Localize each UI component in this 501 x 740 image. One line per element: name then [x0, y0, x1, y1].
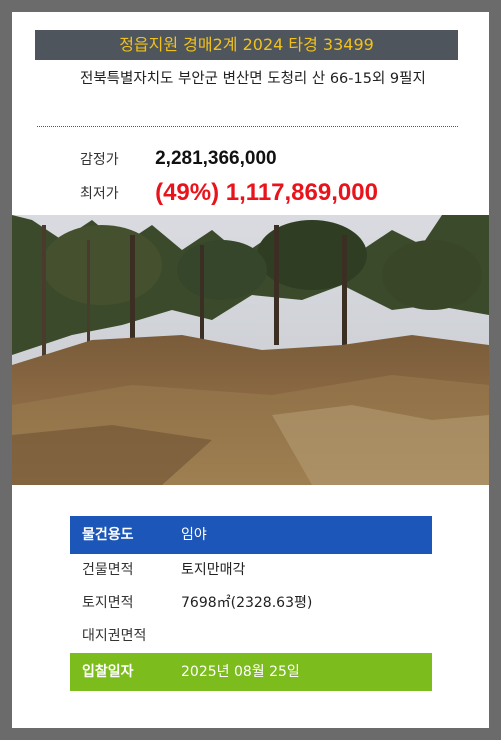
usage-row: 물건용도 임야 — [70, 516, 432, 554]
minimum-price-row: 최저가 (49%) 1,117,869,000 — [80, 179, 378, 207]
building-area-row: 건물면적 토지만매각 — [70, 554, 432, 587]
property-info-table: 물건용도 임야 건물면적 토지만매각 토지면적 7698㎡(2328.63평) … — [70, 516, 432, 691]
property-photo[interactable] — [12, 215, 489, 485]
appraisal-label: 감정가 — [80, 152, 119, 168]
building-area-value: 토지만매각 — [181, 562, 246, 578]
land-right-label: 대지권면적 — [82, 628, 147, 644]
building-area-label: 건물면적 — [82, 562, 134, 578]
appraisal-price-row: 감정가 2,281,366,000 — [80, 148, 277, 170]
land-right-row: 대지권면적 — [70, 620, 432, 653]
appraisal-value: 2,281,366,000 — [155, 148, 277, 169]
property-address: 전북특별자치도 부안군 변산면 도청리 산 66-15외 9필지 — [80, 71, 426, 87]
land-area-value: 7698㎡(2328.63평) — [181, 595, 313, 611]
forest-land-photo — [12, 215, 489, 485]
land-area-label: 토지면적 — [82, 595, 134, 611]
land-area-row: 토지면적 7698㎡(2328.63평) — [70, 587, 432, 620]
bid-date-row: 입찰일자 2025년 08월 25일 — [70, 653, 432, 691]
usage-label: 물건용도 — [82, 527, 134, 543]
dotted-divider — [37, 126, 458, 127]
minimum-label: 최저가 — [80, 186, 119, 202]
auction-card: 정읍지원 경매2계 2024 타경 33499 전북특별자치도 부안군 변산면 … — [12, 12, 489, 728]
minimum-value: (49%) 1,117,869,000 — [155, 179, 378, 206]
case-title: 정읍지원 경매2계 2024 타경 33499 — [35, 30, 458, 60]
bid-date-label: 입찰일자 — [82, 664, 134, 680]
bid-date-value: 2025년 08월 25일 — [181, 664, 300, 680]
usage-value: 임야 — [181, 527, 207, 543]
